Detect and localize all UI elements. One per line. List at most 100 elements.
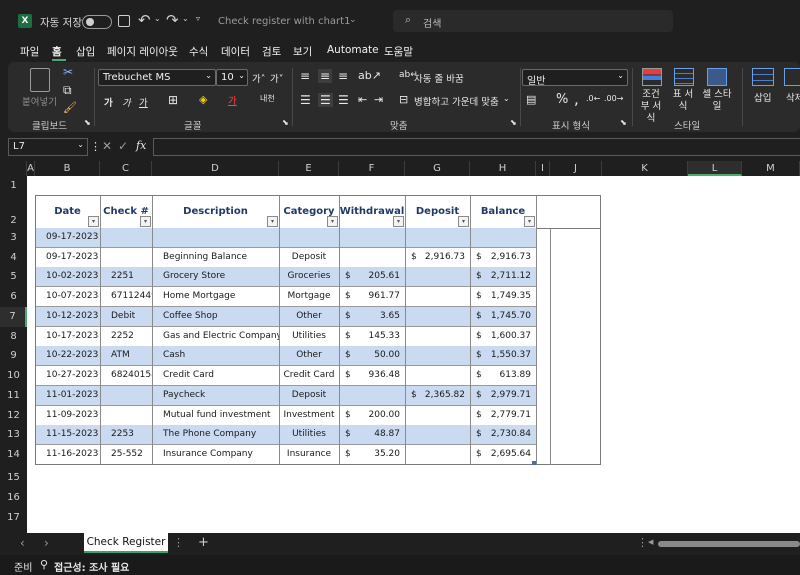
decrease-font-icon[interactable]: 가˅ [270,71,284,85]
cell-cat[interactable]: Groceries [279,267,339,287]
cell-bal[interactable]: $1,600.37 [470,327,536,347]
accessibility-status[interactable]: 접근성: 조사 필요 [54,559,129,574]
format-table-icon[interactable] [674,68,694,86]
hscroll-options-icon[interactable]: ⋮ [637,536,648,549]
insert-cells-icon[interactable] [752,68,774,86]
cell-cat[interactable]: Utilities [279,425,339,445]
cell-wd[interactable]: $205.61 [339,267,405,287]
format-painter-icon[interactable]: 🖌 [63,101,77,114]
cell-check[interactable]: 25-552 [100,445,152,465]
cell-desc[interactable]: The Phone Company [152,425,279,445]
cell-desc[interactable]: Gas and Electric Company [152,327,279,347]
cell-bal[interactable]: $2,779.71 [470,406,536,426]
cell-date[interactable]: 10-27-2023 [35,366,100,386]
paste-icon[interactable] [30,68,50,92]
next-sheet-icon[interactable]: › [44,536,49,550]
cell-styles-button[interactable]: 셀 스타일 [702,89,732,113]
cell-cat[interactable]: Deposit [279,248,339,268]
bold-icon[interactable]: 가 [104,95,113,109]
conditional-format-button[interactable]: 조건부 서식 [638,89,664,125]
cell-date[interactable]: 11-01-2023 [35,386,100,406]
align-center-icon[interactable]: ☰ [318,93,333,107]
cell-cat[interactable]: Mortgage [279,287,339,307]
decrease-decimal-icon[interactable]: .00→ [604,94,623,103]
cell-check[interactable]: 2253 [100,425,152,445]
accounting-format-icon[interactable]: ▤ [526,93,536,106]
cell-cat[interactable]: Utilities [279,327,339,347]
number-format-select[interactable]: 일반 ⌄ [522,69,628,87]
add-sheet-icon[interactable]: + [198,535,209,550]
cell-bal[interactable]: $1,749.35 [470,287,536,307]
column-header[interactable]: I [536,161,550,176]
undo-icon[interactable]: ↶ [138,11,151,29]
cell-wd[interactable]: $50.00 [339,346,405,366]
row-header[interactable]: 6 [0,287,27,307]
autosave-toggle[interactable] [82,15,112,29]
column-header[interactable]: C [100,161,152,176]
format-table-button[interactable]: 표 서식 [670,89,696,113]
copy-icon[interactable]: ⧉ [63,83,72,98]
search-box[interactable]: ⌕ 검색 [393,10,673,32]
cell-bal[interactable]: $2,711.12 [470,267,536,287]
cell-date[interactable]: 10-12-2023 [35,307,100,327]
cell-desc[interactable]: Beginning Balance [152,248,279,268]
cell-dep[interactable] [405,228,470,248]
row-header[interactable]: 11 [0,386,27,406]
cell-dep[interactable] [405,346,470,366]
cell-wd[interactable]: $145.33 [339,327,405,347]
insert-cells-button[interactable]: 삽입 [754,90,771,104]
cell-desc[interactable]: Coffee Shop [152,307,279,327]
alignment-launcher-icon[interactable]: ⬊ [510,118,517,127]
cell-bal[interactable]: $1,745.70 [470,307,536,327]
column-header[interactable]: D [152,161,279,176]
cell-desc[interactable]: Credit Card [152,366,279,386]
cell-dep[interactable]: $2,365.82 [405,386,470,406]
cell-cat[interactable]: Other [279,307,339,327]
clipboard-launcher-icon[interactable]: ⬊ [84,118,91,127]
align-right-icon[interactable]: ☰ [338,93,349,107]
cell-check[interactable]: 68240158 [100,366,152,386]
increase-decimal-icon[interactable]: .0← [586,94,600,103]
prev-sheet-icon[interactable]: ‹ [20,536,25,550]
select-all-corner[interactable] [0,161,27,176]
number-launcher-icon[interactable]: ⬊ [620,118,627,127]
accessibility-icon[interactable]: ⚲ [40,558,48,571]
menu-automate[interactable]: Automate [327,44,379,56]
cell-cat[interactable]: Investment [279,406,339,426]
name-box[interactable]: L7 ⌄ [8,138,88,156]
menu-view[interactable]: 보기 [293,44,312,59]
comma-style-icon[interactable]: , [574,90,579,108]
menu-file[interactable]: 파일 [20,44,39,59]
row-header[interactable]: 3 [0,228,27,248]
formula-input[interactable] [153,138,800,156]
row-header[interactable]: 14 [0,445,27,465]
cell-wd[interactable]: $48.87 [339,425,405,445]
filter-dropdown-icon[interactable]: ▾ [267,216,278,227]
cell-date[interactable]: 11-15-2023 [35,425,100,445]
cell-bal[interactable]: $2,730.84 [470,425,536,445]
cell-check[interactable] [100,386,152,406]
customize-qat-icon[interactable]: ▿ [196,14,200,23]
font-name-select[interactable]: Trebuchet MS ⌄ [98,69,216,86]
row-header[interactable]: 8 [0,327,27,347]
column-header[interactable]: M [742,161,800,176]
percent-icon[interactable]: % [556,92,568,107]
cell-bal[interactable]: $2,916.73 [470,248,536,268]
cell-wd[interactable]: $200.00 [339,406,405,426]
font-launcher-icon[interactable]: ⬊ [282,118,289,127]
cell-check[interactable] [100,248,152,268]
row-header[interactable]: 12 [0,406,27,426]
cell-desc[interactable]: Insurance Company [152,445,279,465]
worksheet-grid[interactable]: Date Check # Description Category Withdr… [27,176,800,533]
row-header[interactable]: 16 [0,488,27,508]
align-left-icon[interactable]: ☰ [300,93,311,107]
scroll-left-icon[interactable]: ◀ [648,538,653,546]
row-header[interactable]: 2 [0,196,27,228]
redo-dropdown-icon[interactable]: ⌄ [182,14,189,23]
cell-dep[interactable] [405,327,470,347]
cell-dep[interactable] [405,366,470,386]
cell-styles-icon[interactable] [707,68,727,86]
column-header[interactable]: B [35,161,100,176]
filter-dropdown-icon[interactable]: ▾ [524,216,535,227]
cell-cat[interactable]: Credit Card [279,366,339,386]
